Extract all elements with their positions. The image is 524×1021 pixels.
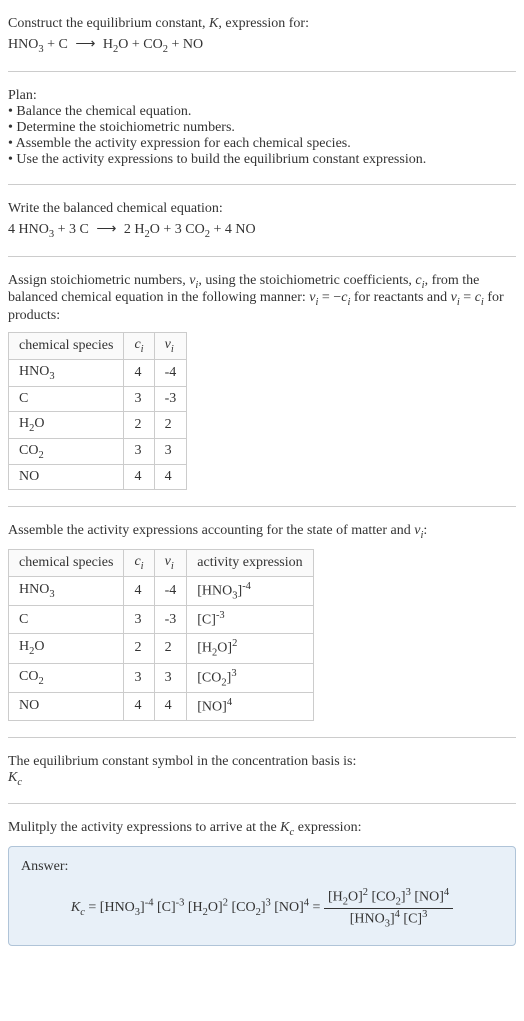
- cell-species: C: [9, 606, 124, 634]
- plan-item: • Determine the stoichiometric numbers.: [8, 120, 516, 136]
- balanced-heading: Write the balanced chemical equation:: [8, 201, 516, 217]
- cell-vi: -3: [154, 606, 187, 634]
- plan-item: • Balance the chemical equation.: [8, 104, 516, 120]
- cell-expr: [HNO3]-4: [187, 576, 313, 605]
- multiply-intro: Mulitply the activity expressions to arr…: [8, 820, 516, 838]
- th-vi: νi: [154, 550, 187, 577]
- cell-ci: 3: [124, 386, 154, 411]
- activity-block: Assemble the activity expressions accoun…: [8, 523, 516, 720]
- cell-species: HNO3: [9, 359, 124, 386]
- symbol-intro: The equilibrium constant symbol in the c…: [8, 754, 516, 770]
- symbol-kc: Kc: [8, 770, 516, 788]
- cell-expr: [NO]4: [187, 692, 313, 720]
- cell-species: NO: [9, 692, 124, 720]
- cell-expr: [C]-3: [187, 606, 313, 634]
- table-row: C3-3[C]-3: [9, 606, 314, 634]
- th-species: chemical species: [9, 333, 124, 360]
- table-row: C3-3: [9, 386, 187, 411]
- divider: [8, 184, 516, 185]
- plan-block: Plan: • Balance the chemical equation. •…: [8, 88, 516, 168]
- th-species: chemical species: [9, 550, 124, 577]
- cell-ci: 2: [124, 634, 154, 663]
- cell-species: C: [9, 386, 124, 411]
- cell-vi: 3: [154, 663, 187, 692]
- balanced-equation: 4 HNO3 + 3 C ⟶ 2 H2O + 3 CO2 + 4 NO: [8, 221, 516, 240]
- th-ci: ci: [124, 550, 154, 577]
- cell-vi: 4: [154, 465, 187, 490]
- divider: [8, 803, 516, 804]
- prompt-block: Construct the equilibrium constant, K, e…: [8, 16, 516, 55]
- cell-ci: 3: [124, 663, 154, 692]
- table-row: NO44[NO]4: [9, 692, 314, 720]
- cell-ci: 4: [124, 692, 154, 720]
- cell-ci: 4: [124, 359, 154, 386]
- table-row: CO233: [9, 438, 187, 465]
- cell-vi: 2: [154, 634, 187, 663]
- stoich-table: chemical species ci νi HNO34-4 C3-3 H2O2…: [8, 332, 187, 490]
- activity-table: chemical species ci νi activity expressi…: [8, 549, 314, 720]
- cell-expr: [CO2]3: [187, 663, 313, 692]
- cell-species: H2O: [9, 411, 124, 438]
- cell-expr: [H2O]2: [187, 634, 313, 663]
- cell-vi: 3: [154, 438, 187, 465]
- prompt-text: Construct the equilibrium constant, K, e…: [8, 16, 516, 32]
- answer-label: Answer:: [21, 859, 503, 875]
- cell-species: H2O: [9, 634, 124, 663]
- divider: [8, 256, 516, 257]
- table-header-row: chemical species ci νi: [9, 333, 187, 360]
- stoich-intro: Assign stoichiometric numbers, νi, using…: [8, 273, 516, 325]
- table-row: NO44: [9, 465, 187, 490]
- multiply-block: Mulitply the activity expressions to arr…: [8, 820, 516, 946]
- th-expr: activity expression: [187, 550, 313, 577]
- table-row: HNO34-4[HNO3]-4: [9, 576, 314, 605]
- cell-ci: 4: [124, 465, 154, 490]
- cell-ci: 3: [124, 606, 154, 634]
- plan-item: • Assemble the activity expression for e…: [8, 136, 516, 152]
- divider: [8, 506, 516, 507]
- activity-intro: Assemble the activity expressions accoun…: [8, 523, 516, 541]
- kc-expression: Kc = [HNO3]-4 [C]-3 [H2O]2 [CO2]3 [NO]4 …: [21, 883, 503, 933]
- answer-box: Answer: Kc = [HNO3]-4 [C]-3 [H2O]2 [CO2]…: [8, 846, 516, 946]
- cell-vi: -3: [154, 386, 187, 411]
- cell-vi: -4: [154, 359, 187, 386]
- cell-vi: 2: [154, 411, 187, 438]
- cell-vi: -4: [154, 576, 187, 605]
- cell-ci: 3: [124, 438, 154, 465]
- table-row: CO233[CO2]3: [9, 663, 314, 692]
- symbol-block: The equilibrium constant symbol in the c…: [8, 754, 516, 788]
- divider: [8, 71, 516, 72]
- table-header-row: chemical species ci νi activity expressi…: [9, 550, 314, 577]
- th-ci: ci: [124, 333, 154, 360]
- table-row: H2O22[H2O]2: [9, 634, 314, 663]
- divider: [8, 737, 516, 738]
- th-vi: νi: [154, 333, 187, 360]
- table-row: H2O22: [9, 411, 187, 438]
- balanced-block: Write the balanced chemical equation: 4 …: [8, 201, 516, 240]
- cell-vi: 4: [154, 692, 187, 720]
- cell-species: HNO3: [9, 576, 124, 605]
- plan-heading: Plan:: [8, 88, 516, 104]
- stoich-block: Assign stoichiometric numbers, νi, using…: [8, 273, 516, 491]
- cell-ci: 4: [124, 576, 154, 605]
- table-row: HNO34-4: [9, 359, 187, 386]
- plan-item: • Use the activity expressions to build …: [8, 152, 516, 168]
- cell-species: CO2: [9, 438, 124, 465]
- unbalanced-equation: HNO3 + C ⟶ H2O + CO2 + NO: [8, 36, 516, 55]
- cell-species: NO: [9, 465, 124, 490]
- cell-species: CO2: [9, 663, 124, 692]
- cell-ci: 2: [124, 411, 154, 438]
